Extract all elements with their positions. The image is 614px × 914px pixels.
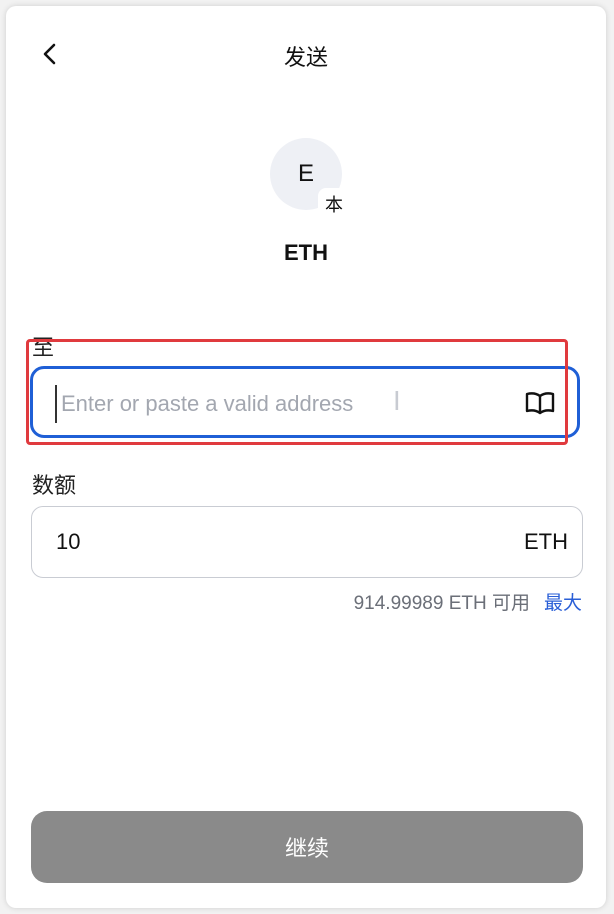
book-icon[interactable] xyxy=(525,391,555,415)
text-cursor-icon: I xyxy=(393,387,401,417)
address-input[interactable] xyxy=(55,385,503,423)
amount-unit: ETH xyxy=(524,529,568,554)
recipient-field[interactable]: I xyxy=(30,366,580,438)
page-title: 发送 xyxy=(283,45,328,70)
continue-button[interactable]: 继续 xyxy=(31,811,583,883)
amount-label: 数额 xyxy=(32,473,77,498)
max-button[interactable]: 最大 xyxy=(544,588,582,615)
available-balance: 914.99989 ETH 可用 xyxy=(353,593,530,614)
amount-field[interactable]: 10 ETH xyxy=(31,506,583,578)
token-avatar-letter: E xyxy=(297,160,314,187)
available-balance-row: 914.99989 ETH 可用 最大 xyxy=(354,588,582,615)
network-badge: 本 xyxy=(318,188,350,220)
amount-value[interactable]: 10 xyxy=(56,529,80,555)
screen: 发送 E 本 ETH 至 I 数额 10 ETH 914.99989 ETH 可… xyxy=(0,0,614,914)
token-name: ETH xyxy=(284,240,328,265)
send-panel: 发送 E 本 ETH 至 I 数额 10 ETH 914.99989 ETH 可… xyxy=(6,6,606,908)
header: 发送 xyxy=(6,6,606,102)
recipient-label: 至 xyxy=(32,335,55,360)
